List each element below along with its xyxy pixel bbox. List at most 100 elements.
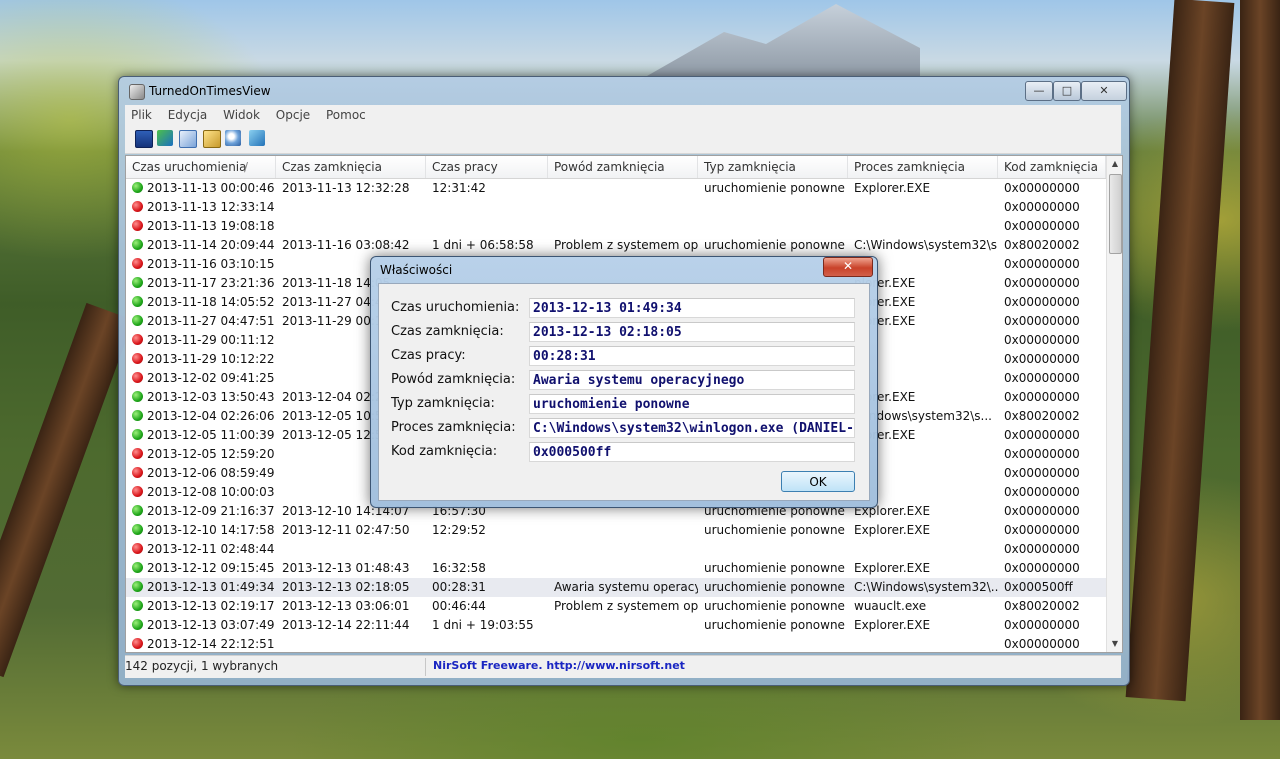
status-divider xyxy=(425,658,426,676)
cell-code: 0x00000000 xyxy=(1004,219,1080,233)
cell-type xyxy=(698,217,848,236)
copy-icon[interactable] xyxy=(179,130,197,148)
power-on-icon xyxy=(132,239,143,250)
cell-start: 2013-12-05 11:00:39 xyxy=(126,426,276,445)
field-label: Proces zamknięcia: xyxy=(391,420,516,435)
power-off-icon xyxy=(132,258,143,269)
cell-process: Explorer.EXE xyxy=(854,561,931,575)
cell-code: 0x00000000 xyxy=(1004,352,1080,366)
power-on-icon xyxy=(132,315,143,326)
cell-process: C:\Windows\system32\s... xyxy=(854,238,998,252)
table-row[interactable]: 2013-12-12 09:15:45 2013-12-13 01:48:43 16… xyxy=(126,559,1106,578)
cell-code: 0x00000000 xyxy=(1004,390,1080,404)
cell-start-text: 2013-11-13 19:08:18 xyxy=(147,219,275,233)
close-button[interactable]: ✕ xyxy=(1081,81,1127,101)
menu-widok[interactable]: Widok xyxy=(217,105,266,125)
table-row[interactable]: 2013-12-13 01:49:34 2013-12-13 02:18:05 00… xyxy=(126,578,1106,597)
cell-start: 2013-11-29 10:12:22 xyxy=(126,350,276,369)
col-header-end[interactable]: Czas zamknięcia xyxy=(276,156,426,178)
cell-code: 0x00000000 xyxy=(1004,314,1080,328)
sort-indicator: / xyxy=(244,160,249,174)
list-header: Czas uruchomienia / Czas zamknięcia Czas… xyxy=(126,156,1106,179)
power-off-icon xyxy=(132,543,143,554)
col-header-process[interactable]: Proces zamknięcia xyxy=(848,156,998,178)
title-bar[interactable]: TurnedOnTimesView — □ ✕ xyxy=(125,81,1127,101)
cell-code: 0x00000000 xyxy=(1004,257,1080,271)
field-value[interactable]: 00:28:31 xyxy=(529,346,855,366)
cell-start: 2013-12-04 02:26:06 xyxy=(126,407,276,426)
cell-start: 2013-12-13 03:07:49 xyxy=(126,616,276,635)
cell-code: 0x00000000 xyxy=(1004,618,1080,632)
save-icon[interactable] xyxy=(135,130,153,148)
cell-end: 2013-11-16 03:08:42 xyxy=(282,238,410,252)
scroll-down-icon[interactable]: ▼ xyxy=(1107,636,1122,652)
cell-code: 0x80020002 xyxy=(1004,238,1080,252)
cell-code: 0x00000000 xyxy=(1004,542,1080,556)
menu-opcje[interactable]: Opcje xyxy=(270,105,316,125)
cell-start: 2013-11-18 14:05:52 xyxy=(126,293,276,312)
power-on-icon xyxy=(132,410,143,421)
cell-start: 2013-12-13 01:49:34 xyxy=(126,578,276,597)
cell-type xyxy=(698,198,848,217)
field-value[interactable]: uruchomienie ponowne xyxy=(529,394,855,414)
table-row[interactable]: 2013-11-13 12:33:14 0x00000000 xyxy=(126,198,1106,217)
col-header-reason[interactable]: Powód zamknięcia xyxy=(548,156,698,178)
power-on-icon xyxy=(132,391,143,402)
cell-code: 0x80020002 xyxy=(1004,599,1080,613)
field-value[interactable]: Awaria systemu operacyjnego xyxy=(529,370,855,390)
ok-button[interactable]: OK xyxy=(781,471,855,492)
cell-start-text: 2013-11-13 00:00:46 xyxy=(147,181,275,195)
find-icon[interactable] xyxy=(225,130,241,146)
col-header-code[interactable]: Kod zamknięcia xyxy=(998,156,1106,178)
wallpaper-tree xyxy=(1240,0,1280,720)
field-label: Czas zamknięcia: xyxy=(391,324,504,339)
cell-start-text: 2013-12-06 08:59:49 xyxy=(147,466,275,480)
cell-start: 2013-12-03 13:50:43 xyxy=(126,388,276,407)
cell-reason xyxy=(548,635,698,652)
cell-start: 2013-11-27 04:47:51 xyxy=(126,312,276,331)
exit-icon[interactable] xyxy=(249,130,265,146)
table-row[interactable]: 2013-12-13 02:19:17 2013-12-13 03:06:01 00… xyxy=(126,597,1106,616)
maximize-button[interactable]: □ xyxy=(1053,81,1081,101)
scroll-thumb[interactable] xyxy=(1109,174,1122,254)
table-row[interactable]: 2013-11-13 19:08:18 0x00000000 xyxy=(126,217,1106,236)
col-header-start[interactable]: Czas uruchomienia / xyxy=(126,156,276,178)
field-value[interactable]: 0x000500ff xyxy=(529,442,855,462)
table-row[interactable]: 2013-11-13 00:00:46 2013-11-13 12:32:28 12… xyxy=(126,179,1106,198)
cell-process: Explorer.EXE xyxy=(854,618,931,632)
cell-end: 2013-12-14 22:11:44 xyxy=(282,618,410,632)
cell-reason: Problem z systemem op... xyxy=(554,599,698,613)
vertical-scrollbar[interactable]: ▲ ▼ xyxy=(1106,156,1122,652)
cell-code: 0x00000000 xyxy=(1004,276,1080,290)
power-off-icon xyxy=(132,220,143,231)
dialog-title: Właściwości xyxy=(380,263,453,277)
field-value[interactable]: C:\Windows\system32\winlogon.exe (DANIEL… xyxy=(529,418,855,438)
power-on-icon xyxy=(132,581,143,592)
menu-bar: Plik Edycja Widok Opcje Pomoc xyxy=(125,105,1121,125)
table-row[interactable]: 2013-12-11 02:48:44 0x00000000 xyxy=(126,540,1106,559)
power-off-icon xyxy=(132,448,143,459)
menu-pomoc[interactable]: Pomoc xyxy=(320,105,372,125)
field-value[interactable]: 2013-12-13 02:18:05 xyxy=(529,322,855,342)
dialog-close-button[interactable]: ✕ xyxy=(823,257,873,277)
table-row[interactable]: 2013-12-14 22:12:51 0x00000000 xyxy=(126,635,1106,652)
table-row[interactable]: 2013-11-14 20:09:44 2013-11-16 03:08:42 1 … xyxy=(126,236,1106,255)
cell-end xyxy=(276,217,426,236)
cell-process: Explorer.EXE xyxy=(854,181,931,195)
cell-start-text: 2013-11-16 03:10:15 xyxy=(147,257,275,271)
nirsoft-link[interactable]: NirSoft Freeware. http://www.nirsoft.net xyxy=(433,659,685,672)
menu-plik[interactable]: Plik xyxy=(125,105,158,125)
table-row[interactable]: 2013-12-10 14:17:58 2013-12-11 02:47:50 12… xyxy=(126,521,1106,540)
menu-edycja[interactable]: Edycja xyxy=(162,105,214,125)
refresh-icon[interactable] xyxy=(157,130,173,146)
field-value[interactable]: 2013-12-13 01:49:34 xyxy=(529,298,855,318)
col-header-duration[interactable]: Czas pracy xyxy=(426,156,548,178)
cell-code: 0x00000000 xyxy=(1004,466,1080,480)
table-row[interactable]: 2013-12-13 03:07:49 2013-12-14 22:11:44 1 … xyxy=(126,616,1106,635)
scroll-up-icon[interactable]: ▲ xyxy=(1107,156,1122,172)
minimize-button[interactable]: — xyxy=(1025,81,1053,101)
cell-start-text: 2013-11-13 12:33:14 xyxy=(147,200,275,214)
properties-icon[interactable] xyxy=(203,130,221,148)
col-header-type[interactable]: Typ zamknięcia xyxy=(698,156,848,178)
cell-start: 2013-12-02 09:41:25 xyxy=(126,369,276,388)
